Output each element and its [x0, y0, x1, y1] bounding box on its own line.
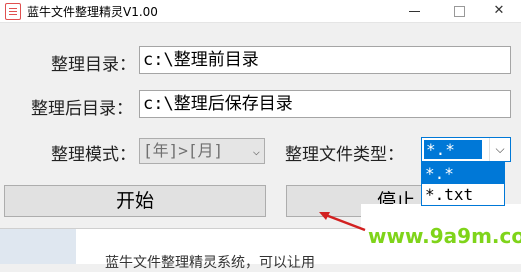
bottom-side-strip [0, 229, 76, 264]
title-bar: 蓝牛文件整理精灵V1.00 ✕ [0, 0, 521, 23]
file-type-dropdown-list: *.* *.txt [421, 162, 505, 206]
window-title: 蓝牛文件整理精灵V1.00 [27, 5, 158, 19]
file-type-select[interactable]: *.* ⌵ [421, 137, 511, 162]
chevron-down-icon: ⌵ [252, 144, 260, 158]
file-type-label: 整理文件类型： [285, 145, 404, 165]
description-text: 蓝牛文件整理精灵系统，可以让用 [105, 255, 315, 271]
source-dir-input[interactable]: c:\整理前目录 [139, 46, 511, 74]
mode-select-value: [年]>[月] [143, 141, 224, 160]
close-icon: ✕ [493, 3, 505, 18]
watermark-text: www.9a9m.com [368, 224, 521, 248]
maximize-button[interactable] [437, 0, 481, 22]
dest-dir-label: 整理后目录： [31, 99, 133, 119]
file-type-select-value: *.* [424, 140, 482, 159]
maximize-icon [454, 6, 465, 17]
file-type-option[interactable]: *.* [422, 163, 504, 184]
minimize-icon [409, 11, 420, 12]
app-logo-icon [5, 3, 21, 20]
mode-label: 整理模式： [51, 145, 136, 165]
start-button[interactable]: 开始 [4, 185, 266, 217]
red-arrow-icon [319, 212, 366, 232]
close-button[interactable]: ✕ [477, 0, 521, 22]
dest-dir-input[interactable]: c:\整理后保存目录 [139, 90, 511, 118]
mode-select[interactable]: [年]>[月] ⌵ [139, 138, 265, 164]
chevron-down-icon[interactable]: ⌵ [489, 138, 510, 161]
minimize-button[interactable] [393, 0, 437, 22]
file-type-option[interactable]: *.txt [422, 184, 504, 205]
source-dir-label: 整理目录： [51, 55, 136, 75]
